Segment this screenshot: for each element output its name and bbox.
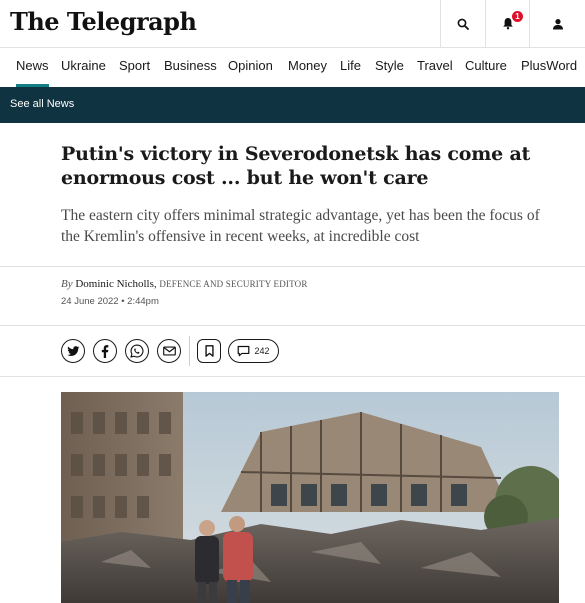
- search-button[interactable]: [440, 0, 485, 47]
- byline-prefix: By: [61, 278, 73, 290]
- search-icon: [457, 18, 469, 30]
- divider: [0, 376, 585, 377]
- section-subbar: See all News: [0, 87, 585, 123]
- comments-button[interactable]: 242: [228, 339, 279, 363]
- nav-item-sport[interactable]: Sport: [119, 48, 150, 87]
- account-button[interactable]: [529, 0, 585, 47]
- telegraph-logo[interactable]: The Telegraph: [10, 6, 197, 38]
- nav-item-plusword[interactable]: PlusWord: [521, 48, 577, 87]
- destroyed-building-photo: [61, 392, 559, 603]
- nav-item-style[interactable]: Style: [375, 48, 404, 87]
- byline: By Dominic Nicholls, DEFENCE AND SECURIT…: [61, 278, 308, 290]
- section-nav: News Ukraine Sport Business Opinion Mone…: [0, 48, 585, 87]
- user-icon: [552, 18, 563, 29]
- article-standfirst: The eastern city offers minimal strategi…: [61, 207, 540, 245]
- masthead: The Telegraph 1: [0, 0, 585, 48]
- author-name[interactable]: Dominic Nicholls,: [75, 278, 156, 290]
- nav-item-ukraine[interactable]: Ukraine: [61, 48, 106, 87]
- divider: [0, 325, 585, 326]
- bookmark-button[interactable]: [197, 339, 221, 363]
- nav-item-travel[interactable]: Travel: [417, 48, 453, 87]
- share-email-button[interactable]: [157, 339, 181, 363]
- see-all-news-link[interactable]: See all News: [10, 87, 74, 121]
- facebook-icon: [101, 344, 109, 358]
- divider: [0, 266, 585, 267]
- share-divider: [189, 336, 190, 366]
- article-hero-image[interactable]: [61, 392, 559, 603]
- publish-date: 24 June 2022 • 2:44pm: [61, 296, 159, 307]
- nav-item-opinion[interactable]: Opinion: [228, 48, 273, 87]
- comment-icon: [238, 345, 250, 357]
- email-icon: [162, 346, 176, 356]
- share-whatsapp-button[interactable]: [125, 339, 149, 363]
- share-twitter-button[interactable]: [61, 339, 85, 363]
- whatsapp-icon: [130, 344, 144, 358]
- bookmark-icon: [204, 345, 214, 357]
- nav-item-business[interactable]: Business: [164, 48, 217, 87]
- nav-item-money[interactable]: Money: [288, 48, 327, 87]
- nav-item-culture[interactable]: Culture: [465, 48, 507, 87]
- notifications-button[interactable]: 1: [485, 0, 529, 47]
- comment-count: 242: [254, 346, 270, 356]
- notification-badge: 1: [512, 11, 523, 22]
- twitter-icon: [66, 345, 79, 356]
- nav-item-news[interactable]: News: [16, 48, 49, 87]
- author-role: DEFENCE AND SECURITY EDITOR: [159, 279, 308, 289]
- share-facebook-button[interactable]: [93, 339, 117, 363]
- article-headline: Putin's victory in Severodonetsk has com…: [61, 143, 531, 189]
- nav-item-life[interactable]: Life: [340, 48, 361, 87]
